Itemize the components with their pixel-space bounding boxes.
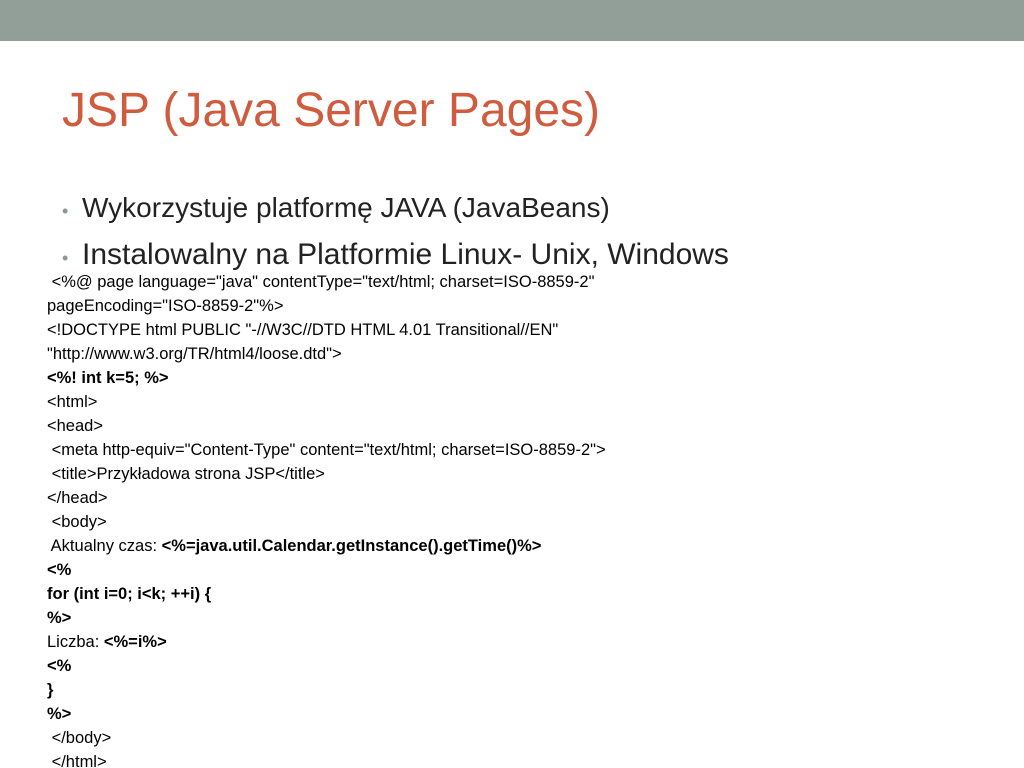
- code-text: <meta http-equiv="Content-Type" content=…: [47, 441, 606, 459]
- code-listing: <%@ page language="java" contentType="te…: [47, 270, 606, 768]
- code-text: <html>: [47, 393, 98, 411]
- code-text: </html>: [47, 753, 107, 768]
- slide-title: JSP (Java Server Pages): [62, 84, 601, 137]
- code-line: "http://www.w3.org/TR/html4/loose.dtd">: [47, 342, 606, 366]
- code-line: <!DOCTYPE html PUBLIC "-//W3C//DTD HTML …: [47, 318, 606, 342]
- code-line: <body>: [47, 510, 606, 534]
- code-line: Aktualny czas: <%=java.util.Calendar.get…: [47, 534, 606, 558]
- code-text: </head>: [47, 489, 108, 507]
- code-line: <%: [47, 558, 606, 582]
- slide: JSP (Java Server Pages) • Wykorzystuje p…: [0, 0, 1024, 768]
- code-text: Liczba:: [47, 633, 104, 651]
- code-line: </body>: [47, 726, 606, 750]
- code-line: for (int i=0; i<k; ++i) {: [47, 582, 606, 606]
- code-line: <%@ page language="java" contentType="te…: [47, 270, 606, 294]
- code-text: <body>: [47, 513, 107, 531]
- code-text: <%@ page language="java" contentType="te…: [47, 273, 595, 291]
- code-line: <%: [47, 654, 606, 678]
- code-text: </body>: [47, 729, 112, 747]
- code-text: <head>: [47, 417, 103, 435]
- bullet-list: • Wykorzystuje platformę JAVA (JavaBeans…: [62, 186, 729, 280]
- bullet-text: Wykorzystuje platformę JAVA (JavaBeans): [82, 192, 610, 223]
- code-text-bold: <%=java.util.Calendar.getInstance().getT…: [161, 537, 542, 555]
- code-text: <title>Przykładowa strona JSP</title>: [47, 465, 325, 483]
- code-line: <%! int k=5; %>: [47, 366, 606, 390]
- code-line: </html>: [47, 750, 606, 768]
- code-text: Aktualny czas:: [47, 537, 162, 555]
- bullet-dot-icon: •: [62, 201, 69, 221]
- code-text: pageEncoding="ISO-8859-2"%>: [47, 297, 284, 315]
- code-line: %>: [47, 606, 606, 630]
- code-line: pageEncoding="ISO-8859-2"%>: [47, 294, 606, 318]
- code-text-bold: <%! int k=5; %>: [47, 369, 169, 387]
- code-text: <!DOCTYPE html PUBLIC "-//W3C//DTD HTML …: [47, 321, 559, 339]
- code-text-bold: <%=i%>: [103, 633, 167, 651]
- code-text-bold: for (int i=0; i<k; ++i) {: [47, 585, 212, 603]
- code-text-bold: <%: [47, 561, 72, 579]
- code-line: Liczba: <%=i%>: [47, 630, 606, 654]
- code-line: <head>: [47, 414, 606, 438]
- code-line: %>: [47, 702, 606, 726]
- top-bar: [0, 0, 1024, 41]
- code-line: }: [47, 678, 606, 702]
- code-line: <meta http-equiv="Content-Type" content=…: [47, 438, 606, 462]
- code-text-bold: %>: [47, 705, 72, 723]
- code-text-bold: }: [47, 681, 54, 699]
- code-line: <title>Przykładowa strona JSP</title>: [47, 462, 606, 486]
- bullet-item: • Wykorzystuje platformę JAVA (JavaBeans…: [62, 186, 729, 233]
- code-text: "http://www.w3.org/TR/html4/loose.dtd">: [47, 345, 342, 363]
- code-line: </head>: [47, 486, 606, 510]
- code-text-bold: %>: [47, 609, 72, 627]
- code-text-bold: <%: [47, 657, 72, 675]
- code-line: <html>: [47, 390, 606, 414]
